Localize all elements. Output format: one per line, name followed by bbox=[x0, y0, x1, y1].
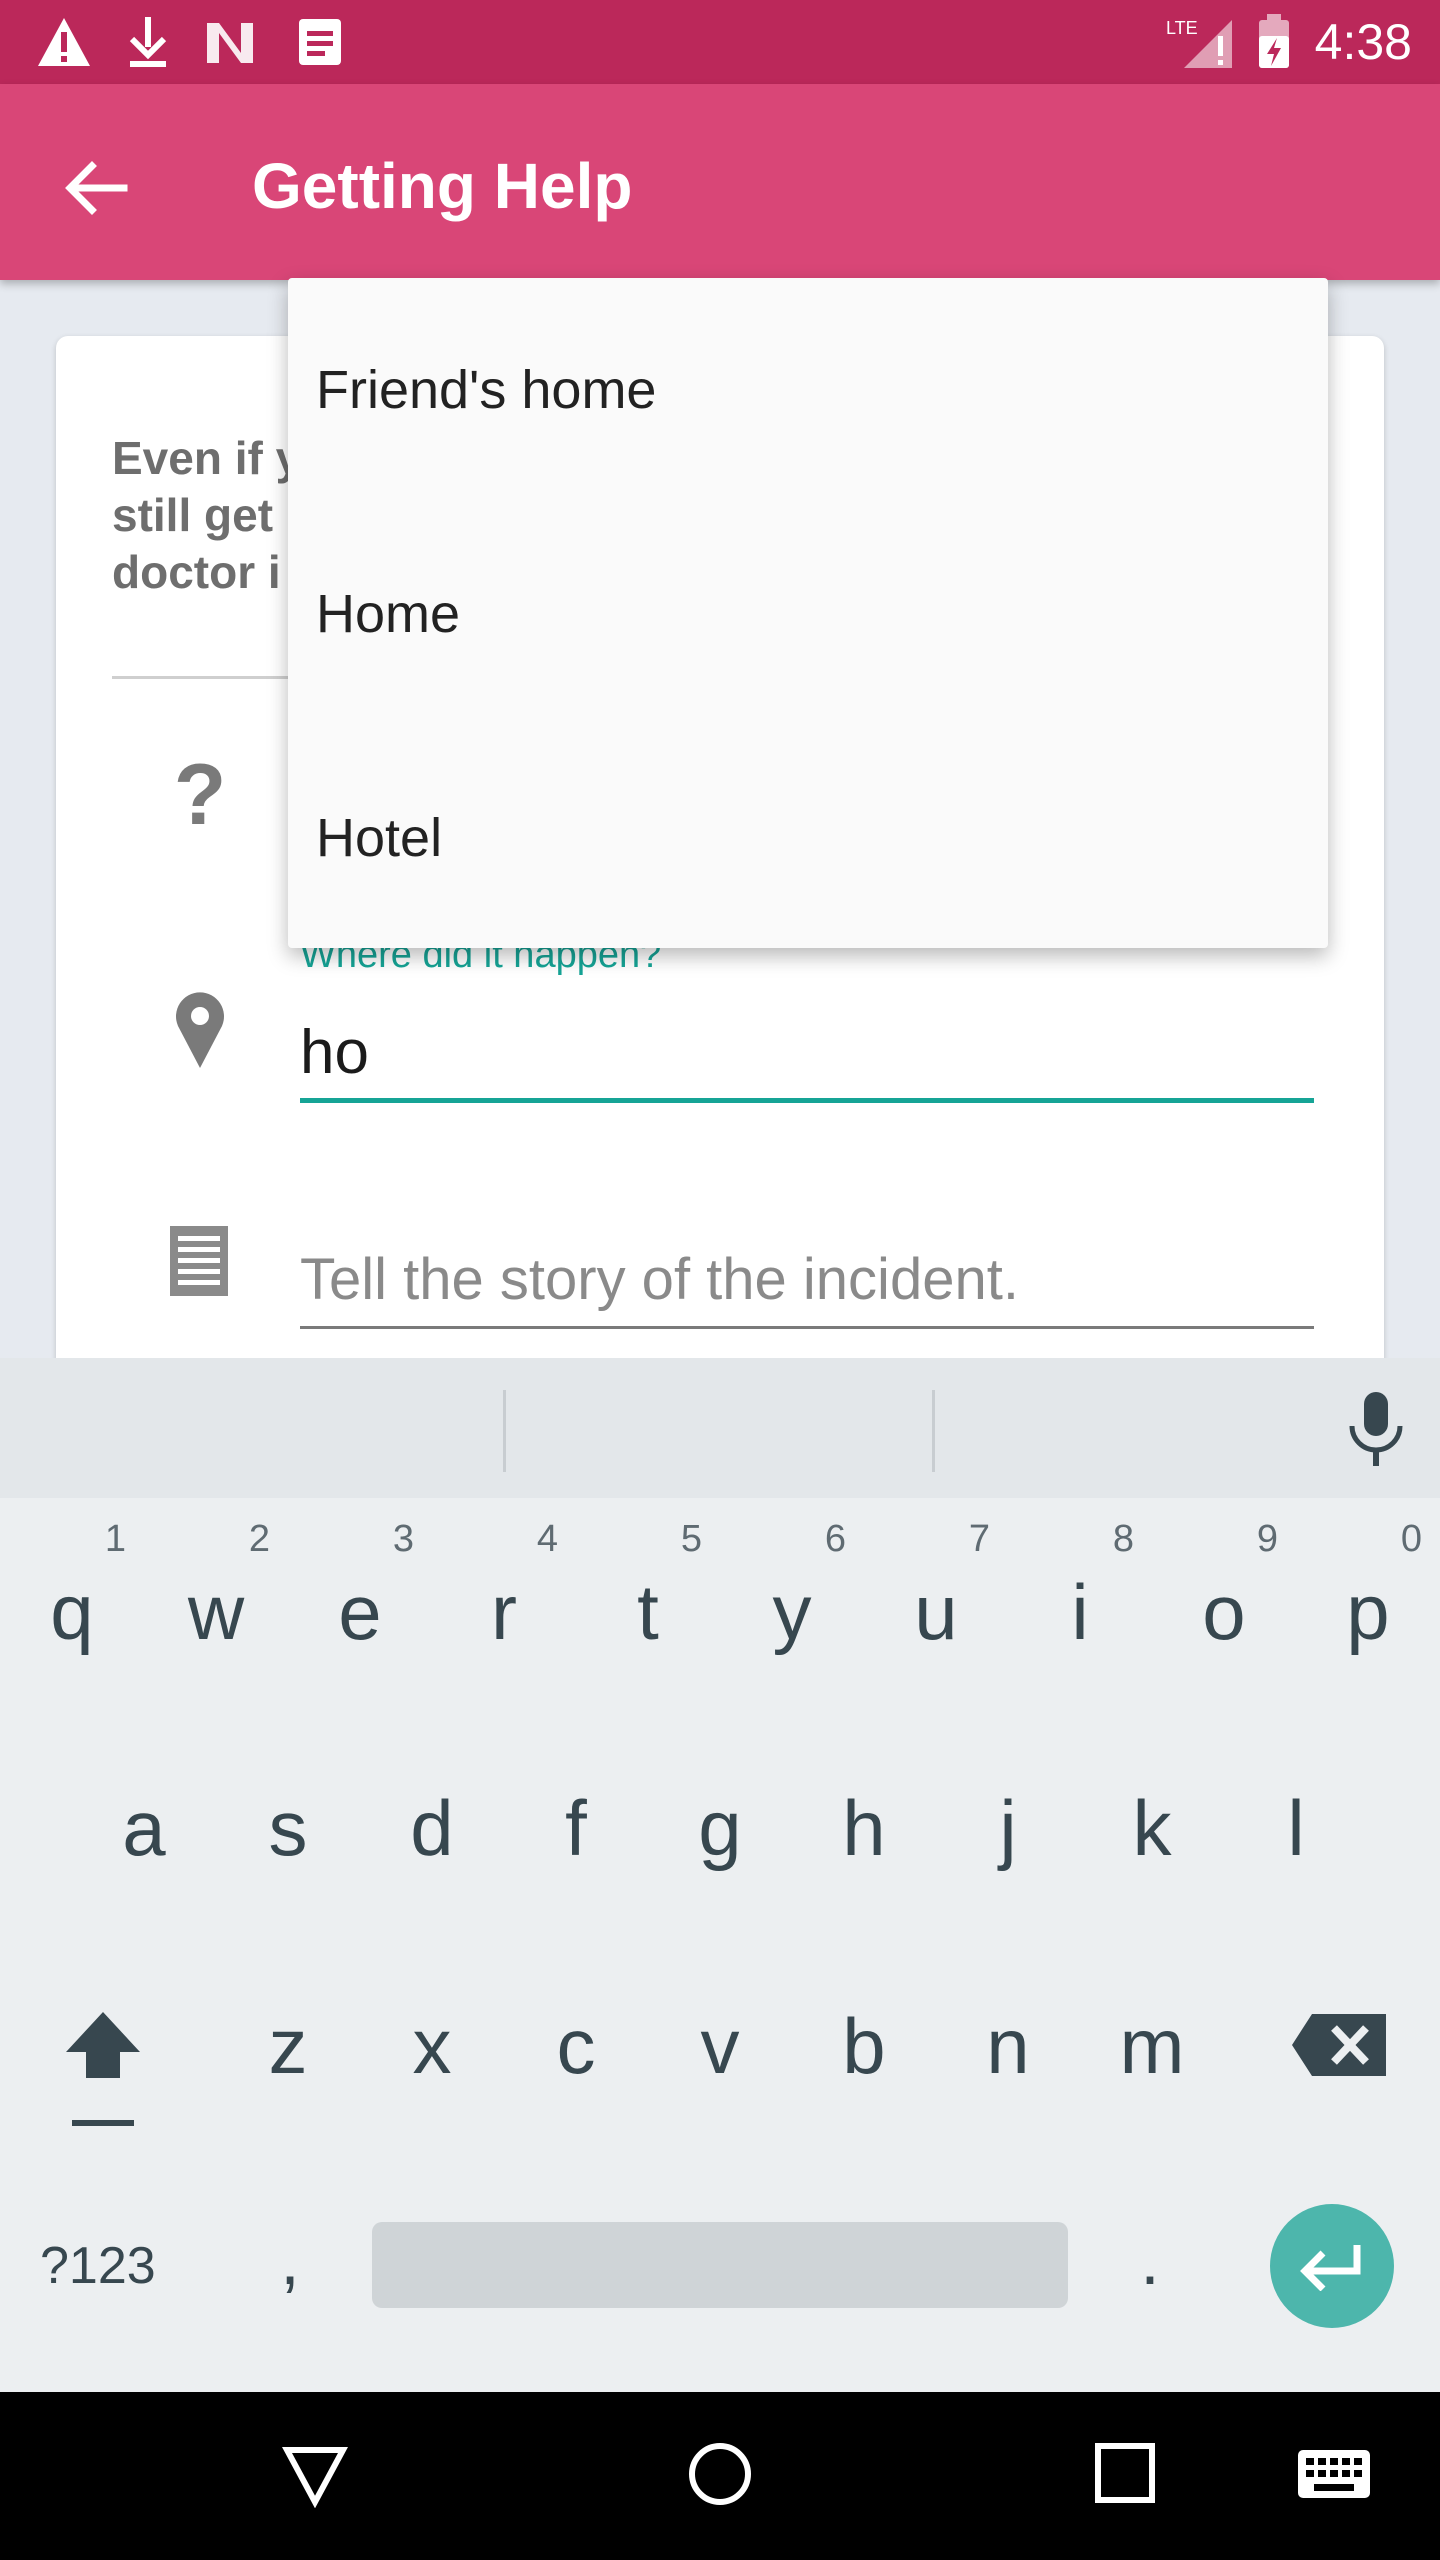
status-time: 4:38 bbox=[1314, 14, 1412, 70]
document-icon bbox=[168, 1224, 230, 1298]
shift-key[interactable] bbox=[48, 1990, 158, 2140]
key-m[interactable]: m bbox=[1080, 1944, 1224, 2144]
key-j[interactable]: j bbox=[936, 1726, 1080, 1926]
key-o[interactable]: 9o bbox=[1152, 1510, 1296, 1710]
key-w[interactable]: 2w bbox=[144, 1510, 288, 1710]
key-f[interactable]: f bbox=[504, 1726, 648, 1926]
key-k[interactable]: k bbox=[1080, 1726, 1224, 1926]
keyboard-icon[interactable] bbox=[1296, 2448, 1372, 2500]
warning-icon bbox=[34, 14, 94, 70]
key-r[interactable]: 4r bbox=[432, 1510, 576, 1710]
notes-icon bbox=[292, 14, 348, 70]
shift-icon bbox=[66, 2012, 140, 2126]
page-title: Getting Help bbox=[252, 150, 633, 222]
dropdown-item-friends-home[interactable]: Friend's home bbox=[288, 278, 1328, 502]
battery-icon bbox=[1252, 14, 1296, 70]
svg-text:LTE: LTE bbox=[1166, 18, 1198, 38]
n-logo-icon bbox=[200, 14, 260, 70]
back-button[interactable] bbox=[50, 142, 142, 234]
status-bar: LTE 4:38 bbox=[0, 0, 1440, 84]
key-h[interactable]: h bbox=[792, 1726, 936, 1926]
suggestion-divider bbox=[932, 1390, 935, 1472]
key-u[interactable]: 7u bbox=[864, 1510, 1008, 1710]
key-p[interactable]: 0p bbox=[1296, 1510, 1440, 1710]
microphone-icon[interactable] bbox=[1344, 1390, 1408, 1470]
key-d[interactable]: d bbox=[360, 1726, 504, 1926]
key-q[interactable]: 1q bbox=[0, 1510, 144, 1710]
location-input-underline bbox=[300, 1098, 1314, 1103]
suggestion-divider bbox=[503, 1390, 506, 1472]
signal-icon: LTE bbox=[1160, 14, 1240, 70]
story-input[interactable]: Tell the story of the incident. bbox=[300, 1240, 1314, 1320]
backspace-icon bbox=[1292, 2014, 1386, 2076]
story-input-underline bbox=[300, 1326, 1314, 1329]
home-circle-icon[interactable] bbox=[686, 2440, 754, 2508]
key-c[interactable]: c bbox=[504, 1944, 648, 2144]
download-icon bbox=[120, 14, 176, 70]
key-z[interactable]: z bbox=[216, 1944, 360, 2144]
arrow-back-icon bbox=[65, 161, 128, 215]
location-pin-icon bbox=[170, 990, 230, 1070]
back-triangle-icon[interactable] bbox=[282, 2442, 348, 2508]
key-v[interactable]: v bbox=[648, 1944, 792, 2144]
key-s[interactable]: s bbox=[216, 1726, 360, 1926]
enter-icon bbox=[1300, 2245, 1361, 2291]
key-t[interactable]: 5t bbox=[576, 1510, 720, 1710]
app-bar: Getting Help bbox=[0, 84, 1440, 280]
key-b[interactable]: b bbox=[792, 1944, 936, 2144]
comma-key[interactable]: , bbox=[260, 2200, 320, 2320]
recents-square-icon[interactable] bbox=[1094, 2442, 1156, 2504]
dropdown-item-home[interactable]: Home bbox=[288, 502, 1328, 726]
key-x[interactable]: x bbox=[360, 1944, 504, 2144]
period-key[interactable]: . bbox=[1120, 2200, 1180, 2320]
suggestion-bar bbox=[0, 1358, 1440, 1498]
navigation-bar bbox=[0, 2392, 1440, 2560]
key-l[interactable]: l bbox=[1224, 1726, 1368, 1926]
autocomplete-dropdown: Friend's home Home Hotel bbox=[288, 278, 1328, 948]
space-key[interactable] bbox=[372, 2222, 1068, 2308]
key-i[interactable]: 8i bbox=[1008, 1510, 1152, 1710]
key-y[interactable]: 6y bbox=[720, 1510, 864, 1710]
backspace-key[interactable] bbox=[1290, 2010, 1390, 2080]
question-icon: ? bbox=[173, 747, 227, 843]
dropdown-item-hotel[interactable]: Hotel bbox=[288, 726, 1328, 950]
key-a[interactable]: a bbox=[72, 1726, 216, 1926]
enter-key[interactable] bbox=[1270, 2204, 1394, 2328]
key-n[interactable]: n bbox=[936, 1944, 1080, 2144]
location-input[interactable] bbox=[300, 1008, 1314, 1098]
key-g[interactable]: g bbox=[648, 1726, 792, 1926]
symbols-key[interactable]: ?123 bbox=[40, 2226, 180, 2306]
key-e[interactable]: 3e bbox=[288, 1510, 432, 1710]
